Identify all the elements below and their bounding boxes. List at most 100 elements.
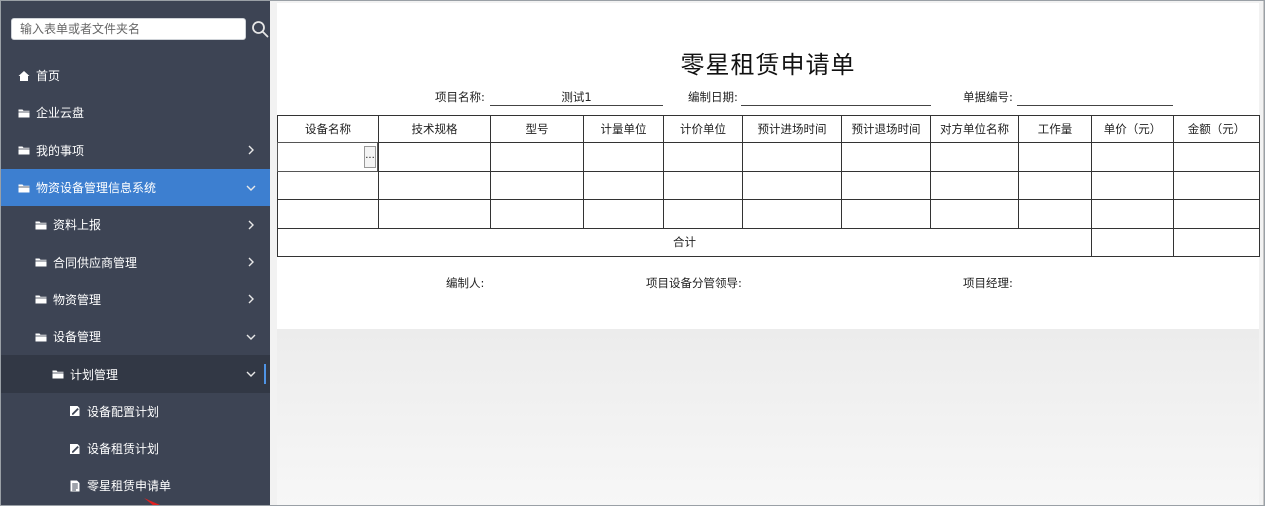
table-cell[interactable] <box>930 199 1019 229</box>
table-cell[interactable] <box>583 199 664 229</box>
sidebar-item[interactable]: 资料上报 <box>1 206 270 243</box>
folder-icon <box>52 370 64 379</box>
doc-no-label: 单据编号: <box>963 90 1013 104</box>
sidebar-item-label: 计划管理 <box>70 367 119 382</box>
column-header: 计量单位 <box>583 115 664 143</box>
table-cell[interactable] <box>490 199 584 229</box>
table-cell[interactable] <box>1173 199 1260 229</box>
sidebar-item-label: 资料上报 <box>53 218 102 233</box>
sidebar-item[interactable]: 物资管理 <box>1 281 270 318</box>
sidebar-item-label: 物资设备管理信息系统 <box>36 181 157 196</box>
chevron-right-icon[interactable] <box>246 257 256 267</box>
table-cell[interactable] <box>841 170 931 200</box>
table-cell[interactable] <box>742 199 842 229</box>
sidebar-item-label: 企业云盘 <box>36 106 85 121</box>
sidebar-item-label: 首页 <box>36 69 61 84</box>
equipment-table: 设备名称 技术规格 型号 计量单位 计价单位 预计进场时间 预计退场时间 对方单位名称 工作量单… <box>277 115 1260 257</box>
table-cell[interactable] <box>1018 142 1092 172</box>
table-cell[interactable] <box>663 199 743 229</box>
sidebar-item-label: 我的事项 <box>36 143 85 158</box>
column-header: 对方单位名称 <box>930 115 1019 143</box>
table-cell[interactable] <box>742 170 842 200</box>
total-unit-price-cell[interactable] <box>1091 227 1174 257</box>
sidebar-item-label: 设备配置计划 <box>87 404 160 419</box>
edit-doc-icon <box>70 406 80 417</box>
table-cell[interactable] <box>490 142 584 172</box>
sidebar-item[interactable]: 设备租赁计划 <box>1 430 270 467</box>
preparer-label: 编制人: <box>446 276 485 290</box>
table-cell[interactable] <box>583 142 664 172</box>
total-label: 合计 <box>277 227 1092 257</box>
folder-icon <box>18 184 30 193</box>
sidebar-item-label: 物资管理 <box>53 292 102 307</box>
selected-cell-editor[interactable]: ... <box>277 142 378 172</box>
table-cell[interactable]: ... <box>277 142 379 172</box>
table-cell[interactable] <box>378 170 491 200</box>
sidebar-item-label: 设备租赁计划 <box>87 442 160 457</box>
column-header: 预计退场时间 <box>841 115 931 143</box>
table-cell[interactable] <box>1018 199 1092 229</box>
ellipsis-button[interactable]: ... <box>364 146 376 168</box>
sidebar-item[interactable]: 计划管理 <box>1 355 270 393</box>
chevron-down-icon[interactable] <box>246 183 256 193</box>
form-paper: 零星租赁申请单 项目名称: 测试1 编制日期: 单据编号: 设备名称 技术规格 型号… <box>277 3 1260 329</box>
column-header: 技术规格 <box>378 115 491 143</box>
column-header: 预计进场时间 <box>742 115 842 143</box>
sidebar: 首页企业云盘我的事项物资设备管理信息系统资料上报合同供应商管理物资管理设备管理计… <box>1 1 270 505</box>
chevron-right-icon[interactable] <box>246 294 256 304</box>
table-cell[interactable] <box>1173 170 1260 200</box>
chevron-right-icon[interactable] <box>246 145 256 155</box>
folder-icon <box>18 146 30 155</box>
sidebar-item-label: 合同供应商管理 <box>53 255 138 270</box>
table-cell[interactable] <box>841 199 931 229</box>
sidebar-item-label: 零星租赁申请单 <box>87 479 172 494</box>
sidebar-item[interactable]: 设备配置计划 <box>1 393 270 430</box>
table-cell[interactable] <box>1091 199 1174 229</box>
table-cell[interactable] <box>378 199 491 229</box>
sidebar-item[interactable]: 企业云盘 <box>1 94 270 131</box>
chevron-down-icon[interactable] <box>246 369 256 379</box>
date-label: 编制日期: <box>688 90 738 104</box>
table-cell[interactable] <box>930 142 1019 172</box>
sidebar-item[interactable]: 合同供应商管理 <box>1 243 270 280</box>
table-cell[interactable] <box>1091 142 1174 172</box>
table-cell[interactable] <box>930 170 1019 200</box>
table-cell[interactable] <box>277 170 379 200</box>
column-header: 工作量 <box>1018 115 1092 143</box>
table-cell[interactable] <box>742 142 842 172</box>
date-underline <box>741 105 931 106</box>
sidebar-item[interactable]: 首页 <box>1 57 270 94</box>
total-amount-cell[interactable] <box>1173 227 1260 257</box>
table-cell[interactable] <box>1173 142 1260 172</box>
table-row: ... <box>277 142 1260 172</box>
search-icon[interactable] <box>251 20 269 38</box>
table-cell[interactable] <box>663 170 743 200</box>
window-edge <box>1263 1 1264 505</box>
table-cell[interactable] <box>1018 170 1092 200</box>
table-cell[interactable] <box>1091 170 1174 200</box>
table-header-row: 设备名称 技术规格 型号 计量单位 计价单位 预计进场时间 预计退场时间 对方单位名称 工作量单… <box>277 115 1260 143</box>
sidebar-item[interactable]: 物资设备管理信息系统 <box>1 168 270 207</box>
project-name-value[interactable]: 测试1 <box>490 89 663 105</box>
table-cell[interactable] <box>663 142 743 172</box>
folder-icon <box>18 109 30 118</box>
search-input[interactable] <box>11 18 246 40</box>
form-title: 零星租赁申请单 <box>680 51 856 79</box>
edit-doc-icon <box>70 443 80 454</box>
sidebar-item[interactable]: 我的事项 <box>1 132 270 169</box>
app-window: 首页企业云盘我的事项物资设备管理信息系统资料上报合同供应商管理物资管理设备管理计… <box>0 0 1265 506</box>
folder-icon <box>35 333 47 342</box>
column-header: 金额（元） <box>1173 115 1260 143</box>
chevron-right-icon[interactable] <box>246 220 256 230</box>
sidebar-item[interactable]: 设备管理 <box>1 318 270 355</box>
chevron-down-icon[interactable] <box>246 332 256 342</box>
table-cell[interactable] <box>490 170 584 200</box>
column-header: 计价单位 <box>663 115 743 143</box>
table-cell[interactable] <box>277 199 379 229</box>
folder-icon <box>35 258 47 267</box>
project-name-underline <box>490 105 663 106</box>
sidebar-item[interactable]: 零星租赁申请单 <box>1 467 270 504</box>
table-cell[interactable] <box>841 142 931 172</box>
table-cell[interactable] <box>378 142 491 172</box>
table-cell[interactable] <box>583 170 664 200</box>
